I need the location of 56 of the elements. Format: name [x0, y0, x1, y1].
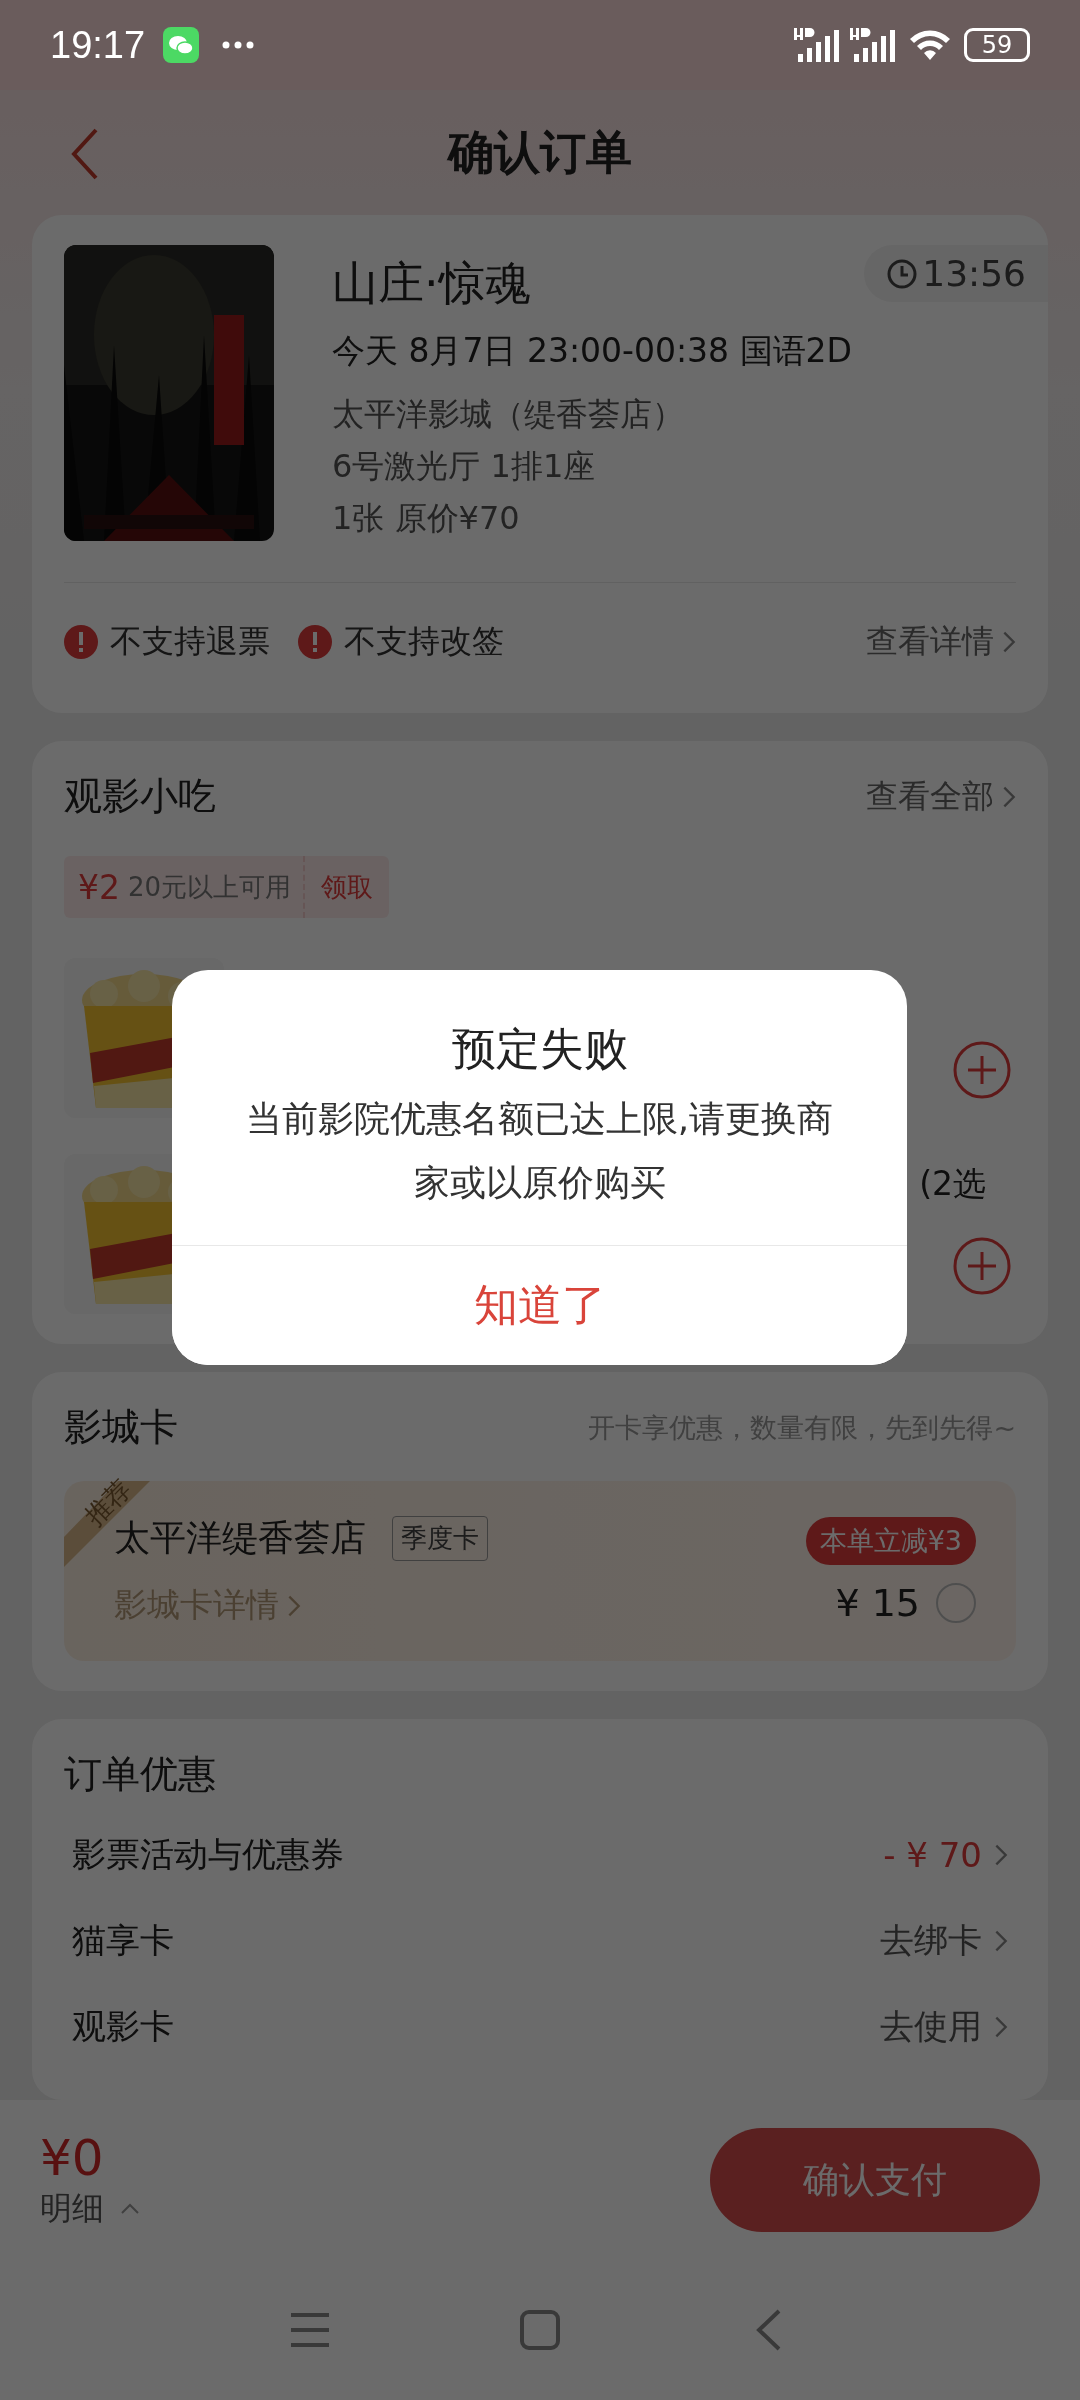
back-icon[interactable]	[70, 126, 100, 182]
chevron-icon	[287, 1593, 301, 1618]
page-title: 确认订单	[448, 123, 632, 181]
policy-notice: 不支持退票	[110, 621, 270, 662]
add-icon[interactable]	[952, 1040, 1012, 1100]
chevron-icon	[994, 1843, 1008, 1867]
warning-icon	[64, 625, 98, 659]
policy-notice: 不支持改签	[344, 621, 504, 662]
status-time: 19:17	[50, 23, 146, 67]
action-link: 去使用	[880, 2005, 982, 2048]
snack-name: (2选	[919, 1163, 986, 1205]
battery-indicator: 59	[964, 28, 1030, 62]
pay-button[interactable]: 确认支付	[710, 2128, 1040, 2232]
section-title: 订单优惠	[64, 1752, 216, 1796]
chat-app-icon	[163, 27, 200, 63]
row-label: 观影卡	[72, 2005, 174, 2048]
discount-row[interactable]: 观影卡 去使用	[64, 1984, 1016, 2070]
discount-row[interactable]: 影票活动与优惠券 - ¥ 70	[64, 1812, 1016, 1898]
card-name: 太平洋缇香荟店	[114, 1517, 366, 1560]
seat-info: 6号激光厅 1排1座	[332, 446, 597, 487]
coupon-condition: 20元以上可用	[120, 856, 306, 918]
row-label: 影票活动与优惠券	[72, 1833, 344, 1876]
ok-button[interactable]: 知道了	[172, 1245, 907, 1365]
section-title: 影城卡	[64, 1404, 178, 1451]
signal-icon	[848, 28, 898, 62]
details-toggle[interactable]: 明细	[40, 2187, 104, 2231]
section-title: 观影小吃	[64, 773, 216, 820]
claim-link[interactable]: 领取	[305, 869, 390, 905]
discount-badge: 本单立减¥3	[805, 1517, 976, 1565]
total-price: ¥0	[40, 2129, 105, 2187]
add-icon[interactable]	[952, 1236, 1012, 1296]
chevron-icon	[1002, 784, 1016, 809]
discount-amount: - ¥ 70	[883, 1835, 982, 1875]
caret-icon	[120, 2203, 140, 2215]
card-type-tag: 季度卡	[392, 1516, 488, 1561]
countdown-badge: 13:56	[864, 245, 1048, 302]
chevron-icon	[1002, 630, 1016, 654]
card-price: ¥ 15	[835, 1581, 920, 1625]
dialog-title: 预定失败	[450, 1022, 629, 1076]
view-all-link[interactable]: 查看全部	[866, 774, 1016, 819]
row-label: 猫享卡	[72, 1919, 174, 1962]
details-link[interactable]: 查看详情	[866, 620, 1016, 664]
dialog-message: 当前影院优惠名额已达上限,请更换商家或以原价购买	[244, 1097, 835, 1205]
select-radio[interactable]	[936, 1583, 976, 1623]
action-link: 去绑卡	[880, 1919, 982, 1962]
more-icon	[221, 40, 256, 50]
ticket-info: 1张 原价¥70	[332, 498, 521, 539]
warning-icon	[298, 625, 332, 659]
showtime: 今天 8月7日 23:00-00:38 国语2D	[332, 330, 853, 372]
chevron-icon	[994, 1929, 1008, 1953]
movie-title: 山庄·惊魂	[332, 255, 531, 312]
chevron-icon	[994, 2015, 1008, 2039]
coupon-amount: ¥2	[77, 867, 120, 907]
cinema-name: 太平洋影城（缇香荟店）	[332, 394, 685, 435]
discount-row[interactable]: 猫享卡 去绑卡	[64, 1898, 1016, 1984]
signal-icon	[792, 28, 842, 62]
